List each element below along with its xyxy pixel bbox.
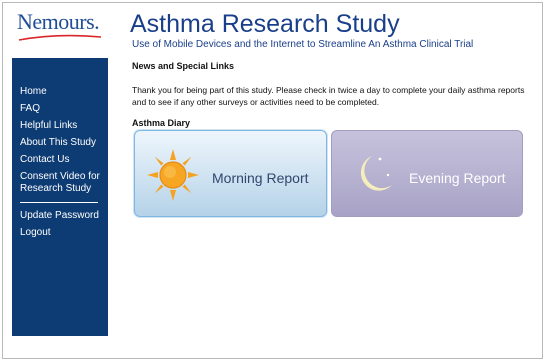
sidebar-divider (20, 202, 98, 203)
sidebar-nav: Home FAQ Helpful Links About This Study … (20, 86, 106, 244)
study-notice: Thank you for being part of this study. … (132, 85, 525, 107)
sidebar: Home FAQ Helpful Links About This Study … (12, 58, 108, 336)
nemours-logo[interactable]: Nemours. (17, 10, 107, 50)
news-heading: News and Special Links (132, 61, 235, 71)
sidebar-item-contact[interactable]: Contact Us (20, 154, 106, 166)
moon-icon (360, 156, 392, 191)
morning-report-button[interactable]: Morning Report (134, 130, 327, 217)
sidebar-item-home[interactable]: Home (20, 86, 106, 98)
sidebar-item-update-password[interactable]: Update Password (20, 210, 106, 222)
sidebar-item-helpful-links[interactable]: Helpful Links (20, 120, 106, 132)
page-title: Asthma Research Study (130, 10, 400, 38)
page-subtitle: Use of Mobile Devices and the Internet t… (132, 39, 474, 50)
sidebar-item-logout[interactable]: Logout (20, 227, 106, 239)
evening-report-button[interactable]: Evening Report (331, 130, 523, 217)
evening-report-label: Evening Report (409, 170, 506, 186)
sidebar-item-consent-video[interactable]: Consent Video for Research Study (20, 171, 106, 195)
sun-icon (147, 149, 199, 201)
logo-text: Nemours. (17, 9, 100, 34)
sidebar-item-faq[interactable]: FAQ (20, 103, 106, 115)
sidebar-item-about[interactable]: About This Study (20, 137, 106, 149)
logo-swoosh-icon (18, 34, 102, 41)
asthma-diary-heading: Asthma Diary (132, 118, 191, 128)
morning-report-label: Morning Report (212, 170, 309, 186)
